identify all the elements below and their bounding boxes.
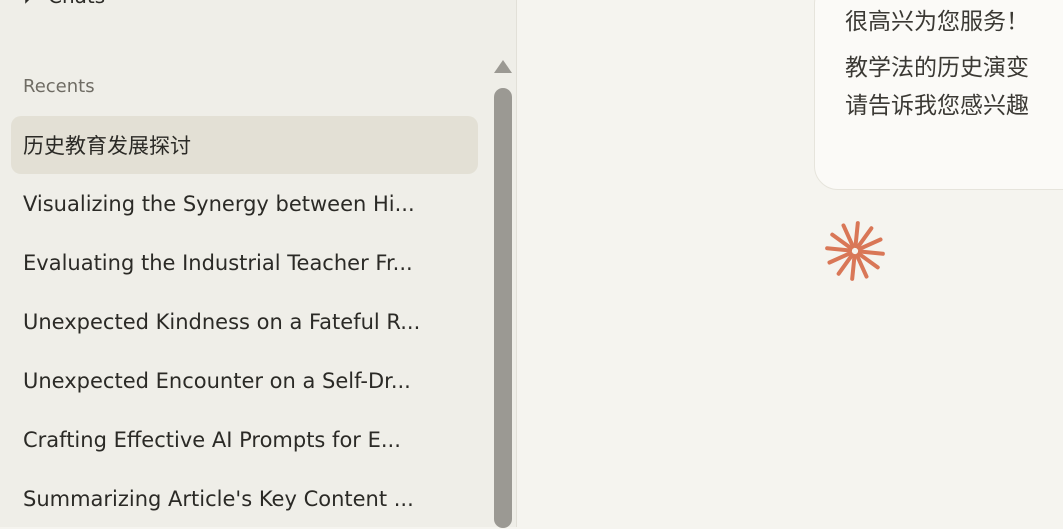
recent-chat-item[interactable]: Crafting Effective AI Prompts for E... [11,411,478,469]
chats-label: Chats [48,0,105,8]
sidebar: Chats Recents 历史教育发展探讨 Visualizing the S… [0,0,517,529]
chat-bubble-icon [22,0,42,9]
recent-chat-item[interactable]: Unexpected Encounter on a Self-Dr... [11,352,478,410]
assistant-message-line: 教学法的历史演变 [845,55,1029,81]
assistant-message-line: 很高兴为您服务！ [845,9,1029,35]
chats-nav-item[interactable]: Chats [22,0,105,8]
recent-chat-item[interactable]: Visualizing the Synergy between Hi... [11,175,478,233]
scrollbar-thumb[interactable] [494,88,512,528]
recent-chat-item[interactable]: Summarizing Article's Key Content ... [11,470,478,528]
recent-chat-item[interactable]: Unexpected Kindness on a Fateful R... [11,293,478,351]
recents-list: 历史教育发展探讨 Visualizing the Synergy between… [11,116,478,529]
scroll-up-arrow-icon[interactable] [494,60,512,73]
recents-heading: Recents [23,76,95,97]
recent-chat-item[interactable]: Evaluating the Industrial Teacher Fr... [11,234,478,292]
claude-spark-icon [825,221,885,281]
conversation-area: 很高兴为您服务！ 教学法的历史演变 请告诉我您感兴趣 [518,0,1063,527]
recent-chat-item[interactable]: 历史教育发展探讨 [11,116,478,174]
assistant-message-line: 请告诉我您感兴趣 [845,93,1029,119]
